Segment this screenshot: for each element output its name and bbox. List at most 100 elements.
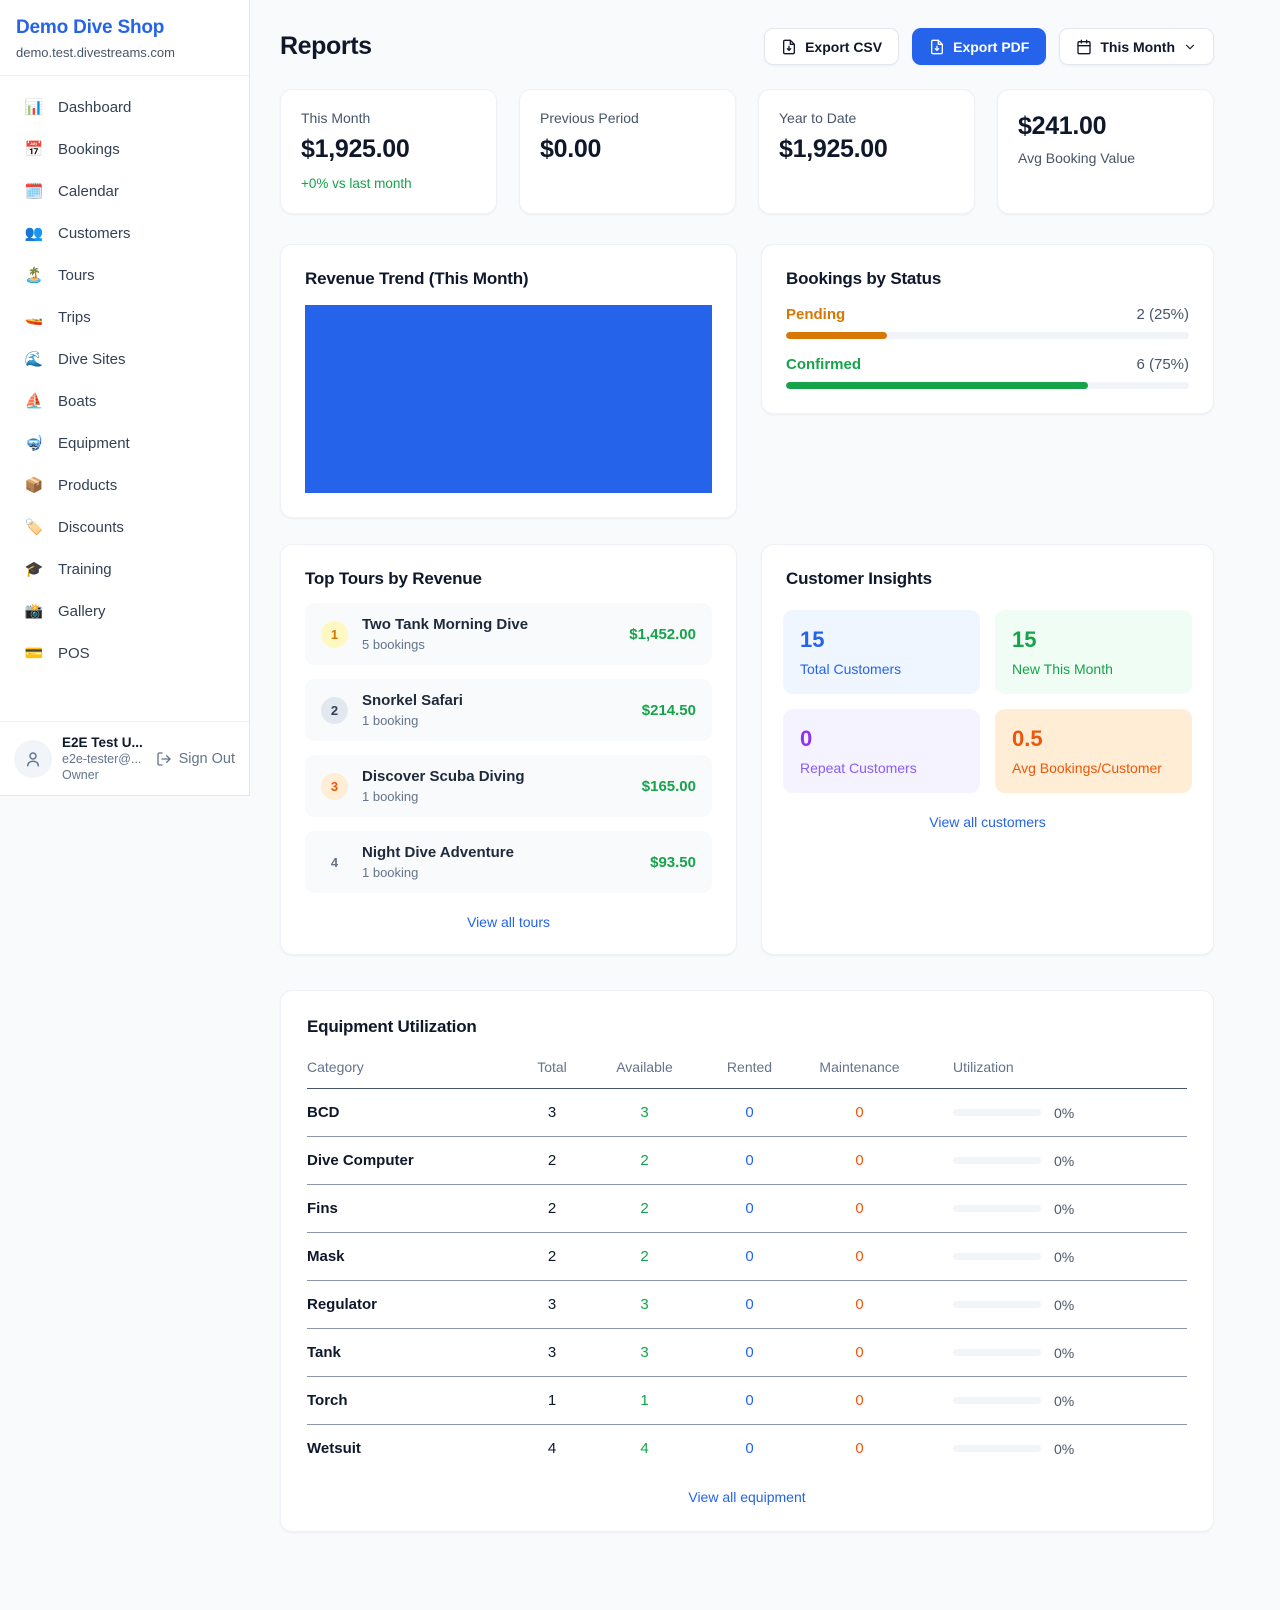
export-pdf-label: Export PDF xyxy=(953,39,1029,55)
shop-domain: demo.test.divestreams.com xyxy=(16,45,233,60)
tag-icon: 🏷️ xyxy=(24,520,44,535)
status-bar-track xyxy=(786,382,1189,389)
cell-total: 2 xyxy=(507,1137,597,1185)
bookings-by-status-card: Bookings by Status Pending 2 (25%) Confi… xyxy=(761,244,1214,414)
view-all-equipment-link[interactable]: View all equipment xyxy=(307,1489,1187,1505)
revenue-trend-card: Revenue Trend (This Month) xyxy=(280,244,737,518)
export-csv-button[interactable]: Export CSV xyxy=(764,28,899,65)
table-row: Dive Computer 2 2 0 0 0% xyxy=(307,1137,1187,1185)
status-label: Confirmed xyxy=(786,356,861,373)
sidebar-item-bookings[interactable]: 📅 Bookings xyxy=(10,132,239,167)
table-row: Wetsuit 4 4 0 0 0% xyxy=(307,1425,1187,1473)
sign-out-button[interactable]: Sign Out xyxy=(156,751,235,767)
table-row: Torch 1 1 0 0 0% xyxy=(307,1377,1187,1425)
tour-amount: $1,452.00 xyxy=(629,626,696,643)
page-title: Reports xyxy=(280,32,372,61)
calendar-icon: 🗓️ xyxy=(24,184,44,199)
stat-label: Avg Booking Value xyxy=(1018,150,1193,166)
period-dropdown[interactable]: This Month xyxy=(1059,28,1214,65)
sidebar-item-boats[interactable]: ⛵ Boats xyxy=(10,384,239,419)
user-role: Owner xyxy=(62,768,143,782)
tour-row[interactable]: 3 Discover Scuba Diving 1 booking $165.0… xyxy=(305,755,712,817)
sidebar-item-label: Equipment xyxy=(58,435,130,452)
table-row: Fins 2 2 0 0 0% xyxy=(307,1185,1187,1233)
rank-badge: 2 xyxy=(321,697,348,724)
stats-row: This Month $1,925.00 +0% vs last month P… xyxy=(280,89,1214,214)
utilization-bar xyxy=(953,1253,1041,1260)
status-bar-fill xyxy=(786,382,1088,389)
view-all-tours-link[interactable]: View all tours xyxy=(305,914,712,930)
sidebar-item-label: Dashboard xyxy=(58,99,131,116)
cell-rented: 0 xyxy=(692,1329,807,1377)
tour-bookings: 1 booking xyxy=(362,789,525,804)
stat-delta: +0% vs last month xyxy=(301,176,476,191)
cell-available: 2 xyxy=(597,1137,692,1185)
sidebar-item-discounts[interactable]: 🏷️ Discounts xyxy=(10,510,239,545)
sidebar-item-label: Products xyxy=(58,477,117,494)
cell-available: 4 xyxy=(597,1425,692,1473)
tile-label: Total Customers xyxy=(800,661,963,677)
status-bar-track xyxy=(786,332,1189,339)
equipment-table: Category Total Available Rented Maintena… xyxy=(307,1051,1187,1472)
cell-total: 2 xyxy=(507,1233,597,1281)
col-maintenance: Maintenance xyxy=(807,1051,912,1089)
sidebar-item-dive-sites[interactable]: 🌊 Dive Sites xyxy=(10,342,239,377)
user-panel: E2E Test U... e2e-tester@... Owner Sign … xyxy=(0,721,249,795)
credit-card-icon: 💳 xyxy=(24,646,44,661)
cell-available: 3 xyxy=(597,1329,692,1377)
sidebar-item-dashboard[interactable]: 📊 Dashboard xyxy=(10,90,239,125)
sidebar-item-label: Training xyxy=(58,561,112,578)
sidebar-item-tours[interactable]: 🏝️ Tours xyxy=(10,258,239,293)
stat-value: $0.00 xyxy=(540,135,715,164)
cell-category: Mask xyxy=(307,1233,507,1281)
export-pdf-button[interactable]: Export PDF xyxy=(912,28,1046,65)
utilization-bar xyxy=(953,1349,1041,1356)
cell-maintenance: 0 xyxy=(807,1281,912,1329)
cell-total: 1 xyxy=(507,1377,597,1425)
tour-row[interactable]: 1 Two Tank Morning Dive 5 bookings $1,45… xyxy=(305,603,712,665)
status-row-confirmed: Confirmed 6 (75%) xyxy=(786,356,1189,389)
cell-total: 2 xyxy=(507,1185,597,1233)
cell-category: Wetsuit xyxy=(307,1425,507,1473)
utilization-percent: 0% xyxy=(1054,1153,1074,1169)
cell-available: 3 xyxy=(597,1281,692,1329)
user-info: E2E Test U... e2e-tester@... Owner xyxy=(62,735,143,782)
sidebar-item-customers[interactable]: 👥 Customers xyxy=(10,216,239,251)
table-row: Regulator 3 3 0 0 0% xyxy=(307,1281,1187,1329)
file-download-icon xyxy=(929,39,945,55)
rank-badge: 3 xyxy=(321,773,348,800)
sidebar-item-pos[interactable]: 💳 POS xyxy=(10,636,239,671)
customers-icon: 👥 xyxy=(24,226,44,241)
sidebar-item-label: Dive Sites xyxy=(58,351,126,368)
view-all-customers-link[interactable]: View all customers xyxy=(783,814,1192,830)
customer-insights-card: Customer Insights 15 Total Customers 15 … xyxy=(761,544,1214,955)
tour-row[interactable]: 2 Snorkel Safari 1 booking $214.50 xyxy=(305,679,712,741)
sidebar-item-equipment[interactable]: 🤿 Equipment xyxy=(10,426,239,461)
tile-new-this-month: 15 New This Month xyxy=(995,610,1192,694)
cell-maintenance: 0 xyxy=(807,1329,912,1377)
island-icon: 🏝️ xyxy=(24,268,44,283)
sidebar-item-training[interactable]: 🎓 Training xyxy=(10,552,239,587)
sign-out-label: Sign Out xyxy=(179,751,235,767)
stat-label: Year to Date xyxy=(779,110,954,126)
sidebar-item-products[interactable]: 📦 Products xyxy=(10,468,239,503)
cell-available: 2 xyxy=(597,1185,692,1233)
cell-category: Regulator xyxy=(307,1281,507,1329)
stat-card-this-month: This Month $1,925.00 +0% vs last month xyxy=(280,89,497,214)
utilization-percent: 0% xyxy=(1054,1297,1074,1313)
sidebar-item-gallery[interactable]: 📸 Gallery xyxy=(10,594,239,629)
sidebar-item-label: Discounts xyxy=(58,519,124,536)
sidebar-item-label: Bookings xyxy=(58,141,120,158)
utilization-bar xyxy=(953,1397,1041,1404)
cell-maintenance: 0 xyxy=(807,1185,912,1233)
logout-icon xyxy=(156,751,172,767)
utilization-bar xyxy=(953,1157,1041,1164)
tour-row[interactable]: 4 Night Dive Adventure 1 booking $93.50 xyxy=(305,831,712,893)
stat-label: This Month xyxy=(301,110,476,126)
cell-maintenance: 0 xyxy=(807,1377,912,1425)
utilization-bar xyxy=(953,1109,1041,1116)
sidebar-item-trips[interactable]: 🚤 Trips xyxy=(10,300,239,335)
sidebar-item-calendar[interactable]: 🗓️ Calendar xyxy=(10,174,239,209)
cell-total: 3 xyxy=(507,1329,597,1377)
diving-mask-icon: 🤿 xyxy=(24,436,44,451)
